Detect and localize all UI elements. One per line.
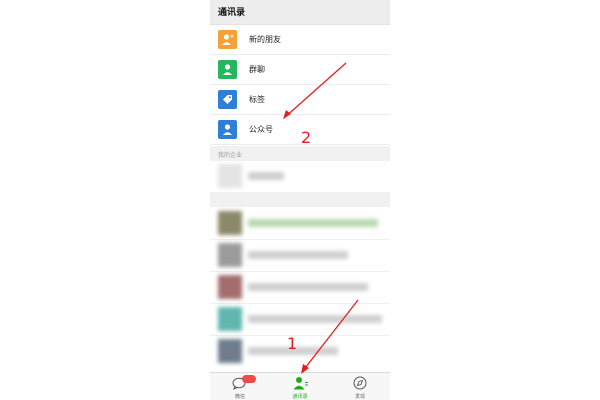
annotation-arrows bbox=[283, 62, 359, 374]
arrowhead-2 bbox=[283, 110, 291, 119]
arrow-to-contacts-tab bbox=[301, 299, 359, 373]
annotation-step-2: 2 bbox=[301, 128, 312, 147]
arrow-to-official-accounts bbox=[283, 62, 347, 119]
annotation-step-1: 1 bbox=[287, 334, 298, 353]
